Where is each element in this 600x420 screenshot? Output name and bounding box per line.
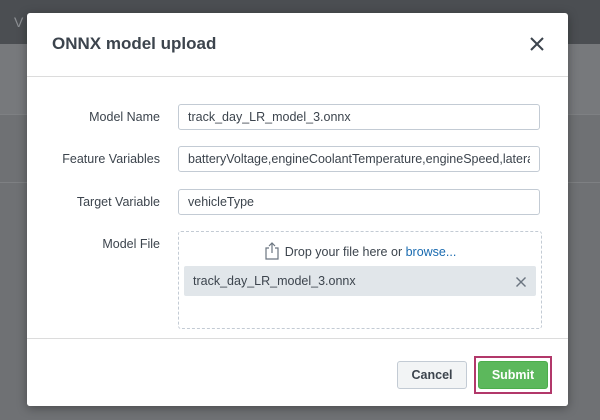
- dropzone-prompt: Drop your file here or browse...: [179, 242, 541, 263]
- dropzone-text: Drop your file here or: [284, 245, 403, 259]
- remove-file-icon[interactable]: [515, 275, 527, 287]
- modal-header: ONNX model upload: [27, 13, 568, 77]
- selected-file-name: track_day_LR_model_3.onnx: [193, 274, 356, 288]
- background-app-title: V: [14, 14, 24, 30]
- feature-variables-label: Feature Variables: [62, 152, 160, 166]
- page-backdrop: V ONNX model upload Model Name Feature V…: [0, 0, 600, 420]
- modal-title: ONNX model upload: [52, 34, 217, 53]
- model-file-label: Model File: [102, 237, 160, 251]
- model-name-label: Model Name: [89, 110, 160, 124]
- browse-link[interactable]: browse...: [406, 245, 457, 259]
- selected-file-chip: track_day_LR_model_3.onnx: [184, 266, 536, 296]
- close-icon[interactable]: [528, 35, 546, 53]
- onnx-upload-modal: ONNX model upload Model Name Feature Var…: [27, 13, 568, 406]
- modal-footer: Cancel Submit: [27, 338, 568, 406]
- submit-button[interactable]: Submit: [478, 361, 548, 389]
- model-name-input[interactable]: [178, 104, 540, 130]
- target-variable-input[interactable]: [178, 189, 540, 215]
- feature-variables-input[interactable]: [178, 146, 540, 172]
- submit-highlight: Submit: [474, 356, 552, 394]
- upload-icon: [264, 242, 280, 263]
- target-variable-label: Target Variable: [76, 195, 160, 209]
- file-dropzone[interactable]: Drop your file here or browse... track_d…: [178, 231, 542, 329]
- cancel-button[interactable]: Cancel: [397, 361, 467, 389]
